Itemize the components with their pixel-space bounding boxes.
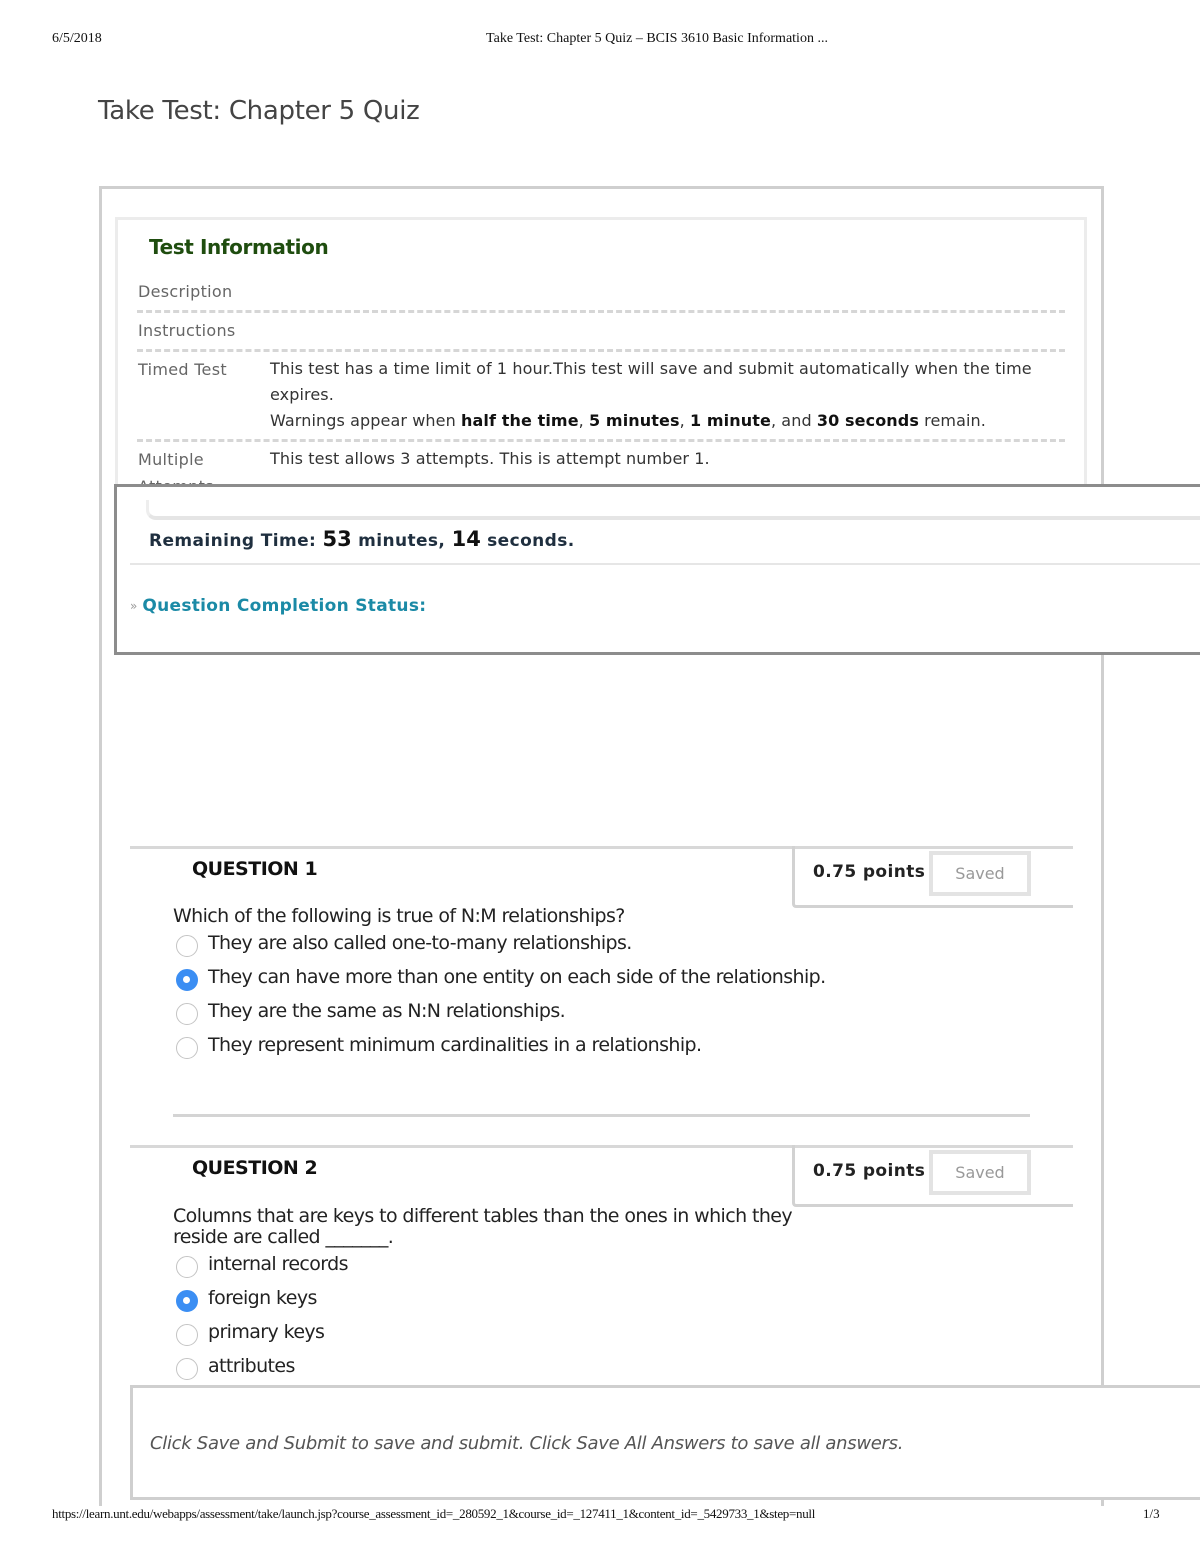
question-points: 0.75 points — [813, 862, 926, 882]
answer-option[interactable]: internal records — [176, 1247, 349, 1281]
seconds-unit: seconds. — [480, 531, 575, 551]
question-title: QUESTION 1 — [192, 858, 318, 880]
radio-button-selected[interactable] — [176, 1290, 198, 1312]
question-points: 0.75 points — [813, 1161, 926, 1181]
separator: , — [578, 411, 590, 430]
info-label: Timed Test — [138, 360, 227, 379]
question-text-line: reside are called _______. — [173, 1226, 394, 1248]
answer-option[interactable]: They can have more than one entity on ea… — [176, 960, 826, 994]
answer-option[interactable]: foreign keys — [176, 1281, 348, 1315]
warning-30-seconds: 30 seconds — [816, 411, 919, 430]
submit-instructions: Click Save and Submit to save and submit… — [150, 1433, 904, 1454]
info-row-instructions: Instructions — [137, 313, 1065, 352]
radio-button-selected[interactable] — [176, 969, 198, 991]
radio-button[interactable] — [176, 1003, 198, 1025]
time-limit-text: This test has a time limit of 1 hour.Thi… — [270, 359, 1032, 404]
warnings-suffix: remain. — [918, 411, 986, 430]
warnings-prefix: Warnings appear when — [270, 411, 462, 430]
radio-button[interactable] — [176, 1037, 198, 1059]
warning-half-time: half the time — [461, 411, 579, 430]
remaining-time: Remaining Time: 53 minutes, 14 seconds. — [149, 527, 575, 551]
question-2: QUESTION 2 0.75 points Saved Columns tha… — [130, 1145, 1073, 1385]
question-text-line: Columns that are keys to different table… — [173, 1205, 793, 1227]
print-url: https://learn.unt.edu/webapps/assessment… — [52, 1506, 816, 1521]
question-points-box: 0.75 points Saved — [792, 1145, 1073, 1207]
answer-option-label: They represent minimum cardinalities in … — [208, 1034, 702, 1056]
test-information-heading: Test Information — [149, 235, 329, 259]
timer-progress-bar — [146, 500, 1200, 520]
question-points-box: 0.75 points Saved — [792, 846, 1073, 908]
minutes-unit: minutes, — [351, 531, 452, 551]
info-value — [270, 278, 1065, 305]
question-1: QUESTION 1 0.75 points Saved Which of th… — [130, 846, 1073, 1106]
answer-option-label: They can have more than one entity on ea… — [208, 966, 826, 988]
test-information-table: Description Instructions Timed Test This… — [137, 274, 1065, 508]
separator: , and — [770, 411, 817, 430]
answer-option[interactable]: They are also called one-to-many relatio… — [176, 926, 826, 960]
remaining-seconds: 14 — [451, 527, 481, 551]
info-row-timed-test: Timed Test This test has a time limit of… — [137, 352, 1065, 442]
radio-button[interactable] — [176, 1256, 198, 1278]
question-text: Which of the following is true of N:M re… — [173, 905, 625, 927]
answer-option-label: They are also called one-to-many relatio… — [208, 932, 632, 954]
info-label: Instructions — [138, 321, 236, 340]
answer-option[interactable]: attributes — [176, 1349, 348, 1383]
divider — [130, 563, 1200, 565]
answer-option-label: internal records — [208, 1253, 349, 1275]
saved-status-button[interactable]: Saved — [929, 1150, 1031, 1195]
answer-options: internal records foreign keys primary ke… — [176, 1247, 349, 1383]
remaining-time-label: Remaining Time: — [149, 531, 323, 551]
answer-option[interactable]: They represent minimum cardinalities in … — [176, 1028, 826, 1062]
info-label: Description — [138, 282, 233, 301]
warning-5-minutes: 5 minutes — [589, 411, 680, 430]
remaining-minutes: 53 — [322, 527, 352, 551]
radio-button[interactable] — [176, 1324, 198, 1346]
question-separator — [173, 1114, 1030, 1117]
info-value — [270, 317, 1065, 344]
warnings-text: Warnings appear when half the time, 5 mi… — [270, 408, 1065, 434]
print-page-number: 1/3 — [1143, 1506, 1160, 1521]
radio-button[interactable] — [176, 1358, 198, 1380]
question-completion-status-label: Question Completion Status: — [142, 596, 427, 616]
separator: , — [679, 411, 690, 430]
answer-option-label: foreign keys — [208, 1287, 317, 1309]
answer-option-label: primary keys — [208, 1321, 325, 1343]
answer-option-label: attributes — [208, 1355, 295, 1377]
question-completion-status-toggle[interactable]: » Question Completion Status: — [130, 596, 426, 616]
page-title: Take Test: Chapter 5 Quiz — [98, 96, 420, 126]
question-title: QUESTION 2 — [192, 1157, 318, 1179]
question-text: Columns that are keys to different table… — [173, 1205, 793, 1248]
info-row-description: Description — [137, 274, 1065, 313]
answer-option[interactable]: They are the same as N:N relationships. — [176, 994, 826, 1028]
answer-option-label: They are the same as N:N relationships. — [208, 1000, 566, 1022]
double-chevron-down-icon: » — [130, 599, 138, 613]
radio-button[interactable] — [176, 935, 198, 957]
answer-option[interactable]: primary keys — [176, 1315, 348, 1349]
warning-1-minute: 1 minute — [689, 411, 771, 430]
saved-status-button[interactable]: Saved — [929, 851, 1031, 896]
info-value: This test has a time limit of 1 hour.Thi… — [270, 356, 1065, 434]
answer-options: They are also called one-to-many relatio… — [176, 926, 826, 1062]
print-page-title: Take Test: Chapter 5 Quiz – BCIS 3610 Ba… — [486, 31, 828, 46]
